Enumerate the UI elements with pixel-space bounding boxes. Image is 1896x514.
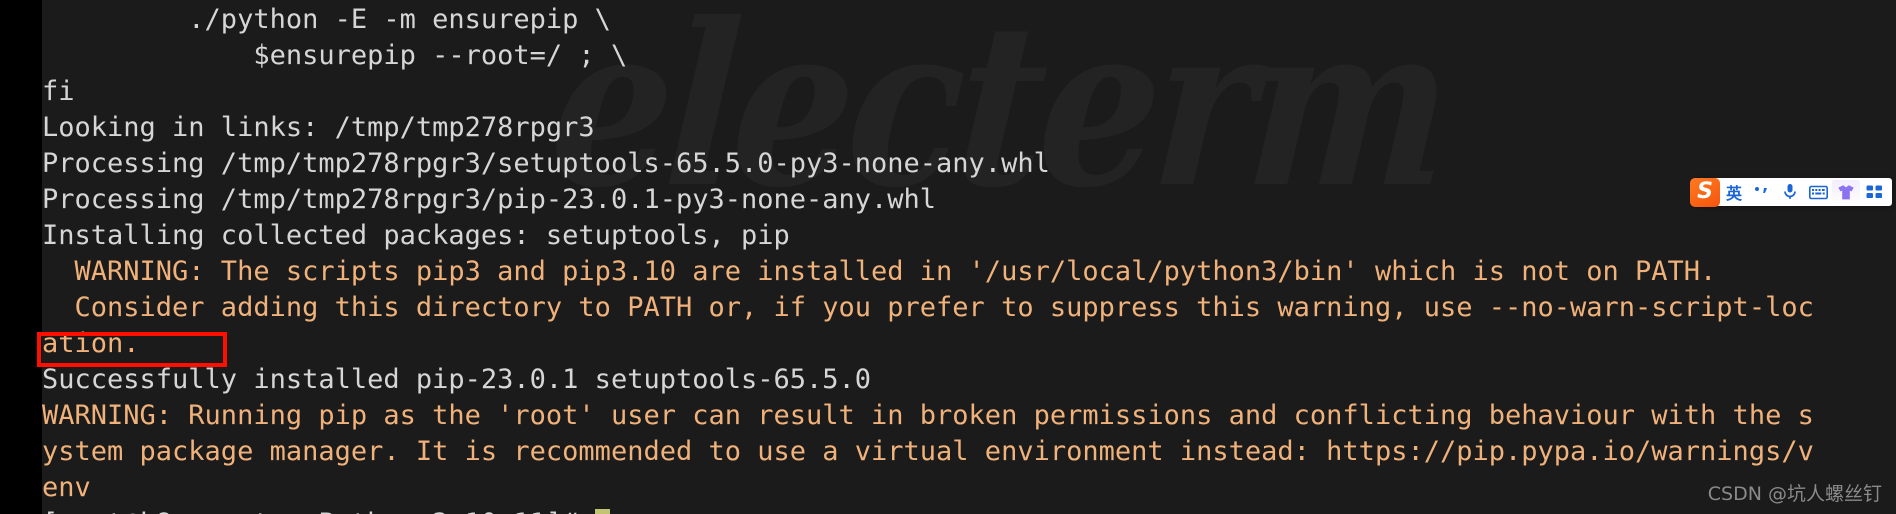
ime-soft-keyboard-icon[interactable] (1804, 180, 1832, 204)
terminal-line: Successfully installed pip-23.0.1 setupt… (42, 364, 872, 395)
terminal-line: fi (42, 76, 75, 107)
sogou-logo-icon[interactable]: S (1690, 178, 1720, 207)
ime-toolbox-icon[interactable] (1860, 180, 1888, 204)
shell-prompt-text: [root@k8s-master Python-3.10.11]# (42, 508, 595, 514)
ime-skin-theme-icon[interactable] (1832, 180, 1860, 204)
terminal-body[interactable]: electerm ./python -E -m ensurepip \ $ens… (42, 0, 1896, 514)
terminal-line: Consider adding this directory to PATH o… (42, 292, 1814, 323)
terminal-line: ation. (42, 328, 140, 359)
terminal-line: Looking in links: /tmp/tmp278rpgr3 (42, 112, 595, 143)
terminal-line: $ensurepip --root=/ ; \ (42, 40, 628, 71)
terminal-line: ./python -E -m ensurepip \ (42, 4, 611, 35)
terminal-line: Processing /tmp/tmp278rpgr3/pip-23.0.1-p… (42, 184, 937, 215)
ime-punctuation-toggle-icon[interactable] (1748, 180, 1776, 204)
terminal-line: Processing /tmp/tmp278rpgr3/setuptools-6… (42, 148, 1050, 179)
terminal-line: Installing collected packages: setuptool… (42, 220, 790, 251)
ime-microphone-icon[interactable] (1776, 180, 1804, 204)
terminal-output: ./python -E -m ensurepip \ $ensurepip --… (42, 0, 1896, 514)
shell-prompt-line[interactable]: [root@k8s-master Python-3.10.11]# (42, 506, 1896, 514)
terminal-left-gutter (0, 0, 42, 514)
terminal-line: WARNING: The scripts pip3 and pip3.10 ar… (42, 256, 1717, 287)
terminal-line: WARNING: Running pip as the 'root' user … (42, 400, 1814, 431)
ime-language-mode-button[interactable]: 英 (1720, 180, 1748, 204)
terminal-screenshot: electerm ./python -E -m ensurepip \ $ens… (0, 0, 1896, 514)
ime-toolbar[interactable]: S 英 (1690, 178, 1892, 207)
csdn-watermark: CSDN @坑人螺丝钉 (1707, 483, 1882, 505)
terminal-line: env (42, 472, 91, 503)
terminal-line: ystem package manager. It is recommended… (42, 436, 1814, 467)
terminal-cursor (594, 509, 610, 514)
